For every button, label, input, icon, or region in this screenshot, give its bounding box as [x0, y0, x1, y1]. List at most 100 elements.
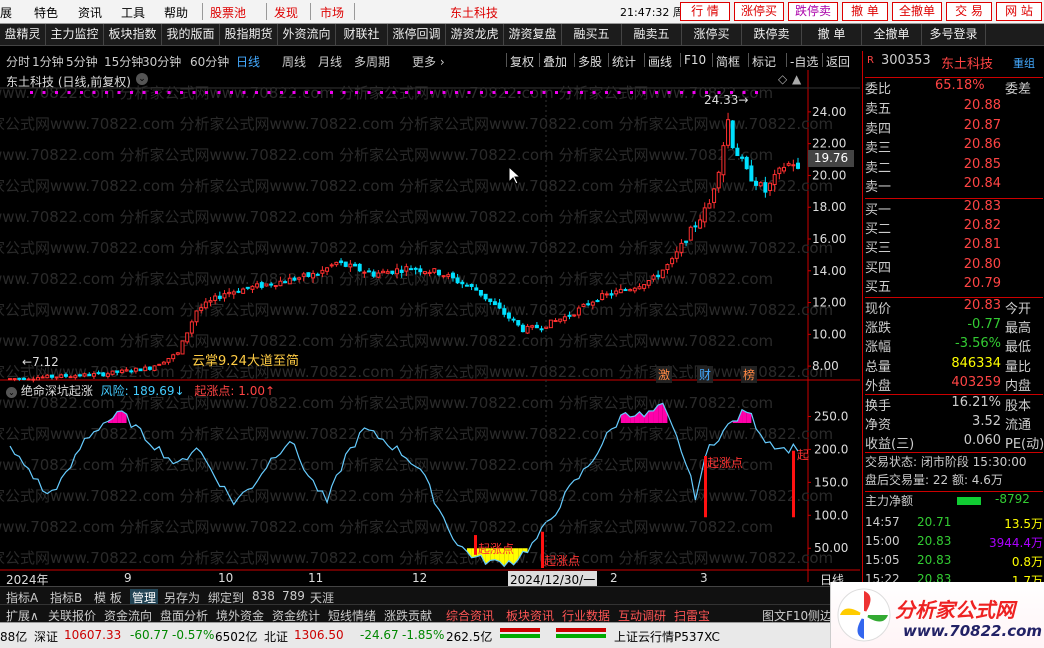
chart-tool-button[interactable]: 统计	[612, 53, 636, 70]
candlestick	[754, 180, 759, 186]
indicator-tab[interactable]: 天涯	[310, 589, 334, 604]
indicator-tab[interactable]: 指标A	[6, 589, 38, 604]
tool-tab[interactable]: 互动调研	[618, 607, 666, 622]
up-arrow-icon[interactable]: ▲	[792, 72, 801, 86]
limit-down-sell-button[interactable]: 跌停卖	[788, 2, 838, 21]
chart-tool-button[interactable]: -自选	[790, 53, 818, 70]
menu-item-news[interactable]: 资讯	[78, 4, 102, 21]
chevron-down-icon[interactable]: ⌄	[136, 73, 148, 85]
chart-canvas[interactable]: 分析家公式网www.70822.com 分析家公式网www.70822.com …	[0, 70, 860, 582]
function-button[interactable]: 我的版面	[162, 24, 220, 45]
function-button[interactable]: 游资复盘	[504, 24, 562, 45]
function-button[interactable]: 财联社	[336, 24, 388, 45]
website-button[interactable]: 网 站	[996, 2, 1042, 21]
marker-activity[interactable]: 激	[656, 366, 673, 383]
function-button[interactable]: 股指期货	[220, 24, 278, 45]
indicator-tab[interactable]: 838	[252, 589, 275, 603]
diamond-icon[interactable]: ◇	[778, 72, 787, 86]
quote-button[interactable]: 行 情	[680, 2, 730, 21]
function-button[interactable]: 撤 单	[802, 24, 862, 45]
period-tab[interactable]: 月线	[318, 53, 342, 70]
tool-tab[interactable]: 侧边	[808, 607, 832, 622]
tool-tab[interactable]: 盘面分析	[160, 607, 208, 622]
indicator-tab[interactable]: 绑定到	[208, 589, 244, 604]
function-button[interactable]: 多号登录	[922, 24, 986, 45]
period-tab[interactable]: 分时	[6, 53, 30, 70]
buy-level-row[interactable]: 买三 20.81	[865, 237, 1043, 256]
chart-tool-button[interactable]: 画线	[648, 53, 672, 70]
function-button[interactable]: 盘精灵	[0, 24, 46, 45]
sz-label[interactable]: 深证	[34, 628, 58, 645]
menu-item-stock-pool[interactable]: 股票池	[210, 4, 246, 21]
sell-level-row[interactable]: 卖五 20.88	[865, 98, 1043, 117]
indicator-tab[interactable]: 另存为	[164, 589, 200, 604]
period-tab[interactable]: 5分钟	[66, 53, 98, 70]
chart-tool-button[interactable]: 多股	[578, 53, 602, 70]
chart-tool-button[interactable]: 简框	[716, 53, 740, 70]
buy-level-row[interactable]: 买二 20.82	[865, 218, 1043, 237]
menu-item-tools[interactable]: 工具	[121, 4, 145, 21]
tool-tab[interactable]: 关联报价	[48, 607, 96, 622]
function-button[interactable]: 游资龙虎	[446, 24, 504, 45]
tool-tab[interactable]: 短线情绪	[328, 607, 376, 622]
trade-button[interactable]: 交 易	[946, 2, 992, 21]
buy-level-row[interactable]: 买四 20.80	[865, 257, 1043, 276]
period-tab[interactable]: 30分钟	[142, 53, 181, 70]
function-button[interactable]: 外资流向	[278, 24, 336, 45]
period-tab[interactable]: 更多 ›	[412, 53, 445, 70]
function-button[interactable]: 融卖五	[622, 24, 682, 45]
tool-tab[interactable]: 图文F10	[762, 607, 808, 622]
function-button[interactable]: 涨停回调	[388, 24, 446, 45]
period-tab[interactable]: 多周期	[354, 53, 390, 70]
cancel-order-button[interactable]: 撤 单	[842, 2, 888, 21]
tool-tab[interactable]: 行业数据	[562, 607, 610, 622]
function-button[interactable]: 融买五	[562, 24, 622, 45]
period-tab[interactable]: 周线	[282, 53, 306, 70]
sell-level-row[interactable]: 卖三 20.86	[865, 137, 1043, 156]
tool-tab[interactable]: 扫雷宝	[674, 607, 710, 622]
chevron-down-icon[interactable]: ⌄	[6, 387, 17, 398]
chart-tool-button[interactable]: F10	[684, 53, 706, 67]
marker-finance[interactable]: 财	[697, 366, 714, 383]
period-tab[interactable]: 60分钟	[190, 53, 229, 70]
period-tab[interactable]: 1分钟	[32, 53, 64, 70]
function-button[interactable]: 全撤单	[862, 24, 922, 45]
indicator-tab[interactable]: 模 板	[94, 589, 122, 604]
quote-feed[interactable]: 上证云行情P537XC	[614, 628, 720, 645]
menu-item-discover[interactable]: 发现	[274, 4, 298, 21]
chart-tool-button[interactable]: 返回	[826, 53, 850, 70]
menu-item-help[interactable]: 帮助	[164, 4, 188, 21]
tool-tab[interactable]: 资金统计	[272, 607, 320, 622]
chart-tool-button[interactable]: 复权	[510, 53, 534, 70]
chart-tool-button[interactable]: 标记	[752, 53, 776, 70]
sell-level-row[interactable]: 卖一 20.84	[865, 176, 1043, 195]
function-button[interactable]: 跌停卖	[742, 24, 802, 45]
menu-item-market[interactable]: 市场	[320, 4, 344, 21]
limit-up-buy-button[interactable]: 涨停买	[734, 2, 784, 21]
cancel-all-button[interactable]: 全撤单	[892, 2, 942, 21]
sell-level-row[interactable]: 卖二 20.85	[865, 157, 1043, 176]
sell-level-row[interactable]: 卖四 20.87	[865, 118, 1043, 137]
menu-item-features[interactable]: 特色	[34, 4, 58, 21]
indicator-tab[interactable]: 指标B	[50, 589, 82, 604]
chart-tool-button[interactable]: 叠加	[543, 53, 567, 70]
tool-tab[interactable]: 扩展∧	[6, 607, 39, 622]
tool-tab[interactable]: 资金流向	[104, 607, 152, 622]
tool-tab[interactable]: 板块资讯	[506, 607, 554, 622]
tool-tab[interactable]: 境外资金	[216, 607, 264, 622]
function-button[interactable]: 涨停买	[682, 24, 742, 45]
buy-level-row[interactable]: 买一 20.83	[865, 198, 1043, 218]
marker-rank[interactable]: 榜	[741, 366, 758, 383]
restructure-tag[interactable]: 重组	[1013, 55, 1035, 71]
indicator-tab[interactable]: 管理	[130, 589, 159, 604]
function-button[interactable]: 主力监控	[46, 24, 104, 45]
function-button[interactable]: 板块指数	[104, 24, 162, 45]
tool-tab[interactable]: 综合资讯	[446, 607, 494, 622]
period-tab[interactable]: 15分钟	[104, 53, 143, 70]
bz-label[interactable]: 北证	[264, 628, 288, 645]
tool-tab[interactable]: 涨跌贡献	[384, 607, 432, 622]
buy-level-row[interactable]: 买五 20.79	[865, 276, 1043, 295]
menu-item-extend[interactable]: 展	[0, 4, 12, 21]
indicator-tab[interactable]: 789	[282, 589, 305, 603]
period-tab[interactable]: 日线	[236, 53, 260, 70]
